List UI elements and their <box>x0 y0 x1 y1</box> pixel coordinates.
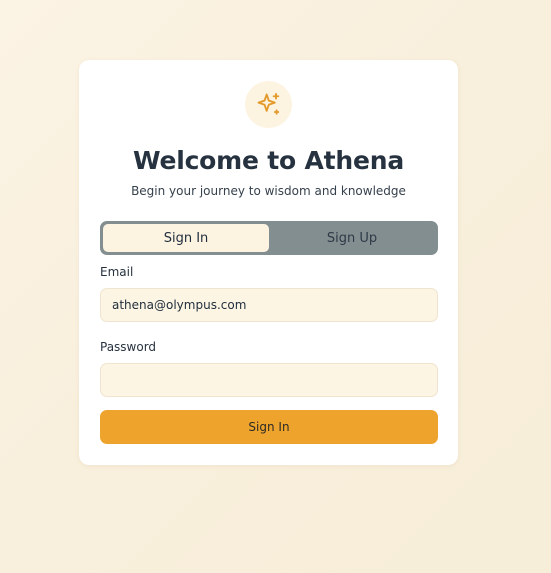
sign-in-card: Welcome to Athena Begin your journey to … <box>79 60 458 465</box>
sign-in-button[interactable]: Sign In <box>100 410 438 444</box>
page-subtitle: Begin your journey to wisdom and knowled… <box>131 184 406 198</box>
tab-sign-up[interactable]: Sign Up <box>269 224 435 252</box>
tab-sign-in[interactable]: Sign In <box>103 224 269 252</box>
page-title: Welcome to Athena <box>132 146 405 175</box>
email-label: Email <box>100 265 134 279</box>
email-field[interactable] <box>100 288 438 322</box>
sparkles-icon <box>257 92 279 115</box>
password-field[interactable] <box>100 363 438 397</box>
logo-badge <box>245 81 292 128</box>
password-label: Password <box>100 340 157 354</box>
auth-tabs: Sign In Sign Up <box>100 221 438 255</box>
